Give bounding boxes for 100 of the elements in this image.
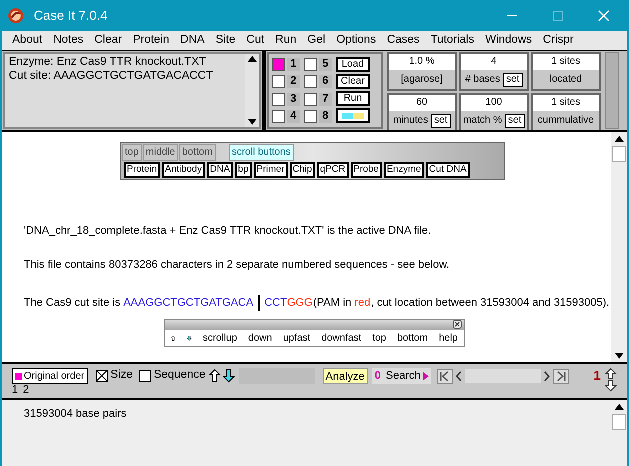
sentence-part: (PAM in	[313, 296, 352, 311]
search-count: 0	[372, 368, 384, 384]
first-page-icon[interactable]	[436, 368, 453, 384]
menu-item[interactable]: DNA	[175, 32, 210, 50]
sentence-part: GGG	[287, 296, 313, 311]
setting-value: 100	[461, 95, 527, 111]
palette-button[interactable]: Protein	[124, 162, 160, 178]
palette-button[interactable]: Probe	[350, 162, 382, 178]
lane-button[interactable]: Run	[336, 91, 370, 106]
menu-item[interactable]: Protein	[128, 32, 176, 50]
set-button[interactable]: set	[503, 72, 523, 86]
palette-button[interactable]: Antibody	[162, 162, 206, 178]
lane-number: 8	[319, 110, 332, 124]
close-icon[interactable]	[453, 320, 462, 329]
menu-item[interactable]: Site	[210, 32, 242, 50]
lane-checkbox[interactable]	[272, 110, 285, 124]
window-title: Case It 7.0.4	[34, 6, 108, 25]
menu-item[interactable]: Windows	[480, 32, 538, 50]
lane-checkbox[interactable]	[272, 92, 285, 106]
scroll-up-icon[interactable]	[614, 404, 624, 410]
lane-checkbox[interactable]	[272, 58, 285, 71]
original-order-button[interactable]: Original order	[12, 368, 88, 384]
sentence-part: , cut location between 31593004 and 31593005).	[371, 296, 610, 311]
scroll-link[interactable]: bottom	[398, 330, 428, 346]
sequence-number[interactable]: 1	[12, 382, 18, 398]
info-line: Cut site: AAAGGCTGCTGATGACACCT	[9, 69, 214, 83]
lane-number: 7	[319, 92, 332, 106]
sentence-part: 'DNA_chr_18_complete.fasta + Enz Cas9 TTR knockout.TXT' is the active DNA file.	[24, 224, 432, 239]
sentence-part: This file contains 80373286 characters in 2 separate numbered sequences - see below.	[24, 258, 450, 272]
sequence-number[interactable]: 2	[23, 382, 30, 398]
menu-item[interactable]: Crispr	[538, 32, 580, 50]
sentence-part: AAAGGCTGCTGATGACA	[124, 296, 254, 311]
scroll-down-icon[interactable]	[248, 119, 256, 125]
set-button[interactable]: set	[505, 114, 525, 128]
x-mark-icon[interactable]	[96, 371, 107, 381]
menu-item[interactable]: Notes	[48, 32, 90, 50]
menu-item[interactable]: Options	[331, 32, 382, 50]
lane-checkbox[interactable]	[272, 75, 285, 88]
palette-tab[interactable]: scroll buttons	[228, 144, 294, 161]
sequence-counter: 1	[594, 367, 601, 386]
setting-value: 1.0 %	[389, 54, 455, 70]
lane-checkbox[interactable]	[304, 58, 317, 71]
scroll-link[interactable]: help	[439, 330, 458, 346]
triangle-icon[interactable]	[422, 372, 429, 380]
next-icon[interactable]	[542, 370, 551, 382]
scroll-link[interactable]: downfast	[322, 330, 362, 346]
sequence-checkbox[interactable]: Sequence	[138, 367, 206, 385]
lane-number: 3	[287, 92, 300, 106]
palette-button[interactable]: Enzyme	[384, 162, 424, 178]
up-down-arrows-icon[interactable]	[605, 368, 617, 392]
palette-button[interactable]: Chip	[290, 162, 316, 178]
lane-number: 5	[319, 58, 332, 71]
set-button[interactable]: set	[431, 114, 451, 128]
lane-button[interactable]: Load	[336, 57, 370, 72]
scroll-up-icon[interactable]	[248, 56, 256, 62]
lane-button[interactable]: Clear	[336, 74, 370, 89]
lane-checkbox[interactable]	[304, 110, 317, 124]
setting-label: # bases	[465, 73, 500, 87]
scroll-link[interactable]: upfast	[283, 330, 311, 346]
menu-item[interactable]: Cases	[382, 32, 426, 50]
previous-icon[interactable]	[454, 370, 463, 382]
menu-item[interactable]: Run	[270, 32, 302, 50]
setting-value: 4	[461, 54, 527, 70]
scroll-link[interactable]: down	[248, 330, 272, 346]
scroll-link[interactable]: scrollup	[202, 330, 238, 346]
setting-label: [agarose]	[401, 73, 443, 87]
menu-item[interactable]: Tutorials	[425, 32, 480, 50]
scroll-thumb[interactable]	[612, 146, 626, 162]
lane-checkbox[interactable]	[304, 92, 317, 106]
up-arrow-icon[interactable]	[208, 369, 221, 383]
palette-tab[interactable]: bottom	[179, 144, 216, 161]
lane-number: 1	[287, 58, 300, 71]
search-button[interactable]: Search	[384, 368, 431, 384]
lane-number: 2	[287, 75, 300, 88]
palette-tab[interactable]: middle	[142, 144, 178, 161]
lane-number: 6	[319, 75, 332, 88]
down-arrow-icon[interactable]	[222, 369, 235, 383]
lane-number: 4	[287, 110, 300, 124]
scrollbar[interactable]	[611, 132, 627, 362]
scroll-thumb[interactable]	[612, 414, 626, 430]
scrollbar[interactable]	[605, 52, 619, 129]
last-page-icon[interactable]	[552, 368, 569, 384]
palette-button[interactable]: Cut DNA	[426, 162, 470, 178]
menu-item[interactable]: About	[7, 32, 48, 50]
palette-button[interactable]: DNA	[207, 162, 234, 178]
lane-checkbox[interactable]	[304, 75, 317, 88]
size-checkbox[interactable]: Size	[96, 367, 133, 385]
scroll-link[interactable]: top	[372, 330, 386, 346]
menu-item[interactable]: Gel	[302, 32, 332, 50]
palette-button[interactable]: qPCR	[317, 162, 349, 178]
scroll-up-icon[interactable]	[614, 136, 624, 142]
palette-tab[interactable]: top	[122, 144, 142, 161]
palette-button[interactable]: bp	[235, 162, 252, 178]
palette-button[interactable]: Primer	[254, 162, 288, 178]
menu-item[interactable]: Cut	[241, 32, 270, 50]
scroll-down-icon[interactable]	[614, 353, 624, 359]
setting-label: match %	[463, 114, 502, 128]
analyze-button[interactable]: Analyze	[322, 368, 368, 384]
scrollbar[interactable]	[245, 54, 259, 127]
menu-item[interactable]: Clear	[89, 32, 128, 50]
